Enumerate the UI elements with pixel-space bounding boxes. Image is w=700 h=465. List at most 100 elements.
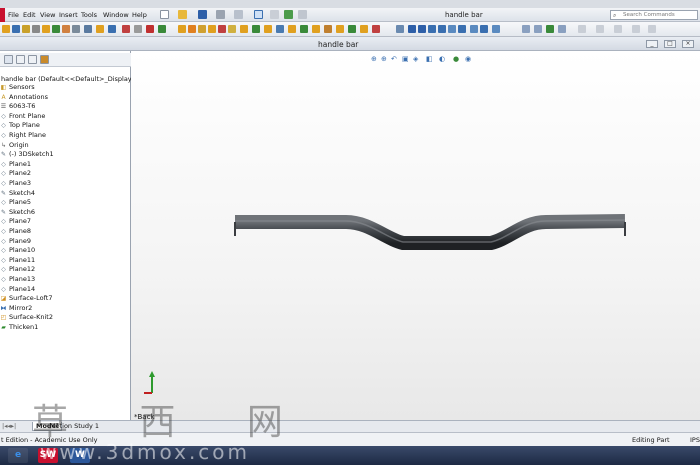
trim-icon[interactable]	[72, 25, 80, 33]
draft-icon[interactable]	[276, 25, 284, 33]
mirror-entities-icon[interactable]	[108, 25, 116, 33]
new-document-icon[interactable]	[160, 10, 169, 19]
save-icon[interactable]	[198, 10, 207, 19]
appearance-toolbar-icon[interactable]	[596, 25, 604, 33]
offset-icon[interactable]	[96, 25, 104, 33]
convert-icon[interactable]	[84, 25, 92, 33]
tree-item[interactable]: ◇ Front Plane	[0, 112, 45, 121]
configuration-manager-tab-icon[interactable]	[28, 55, 37, 64]
file-properties-icon[interactable]	[284, 10, 293, 19]
tree-item[interactable]: ◇ Plane10	[0, 246, 35, 255]
relations-icon[interactable]	[146, 25, 154, 33]
hide-show-icon[interactable]	[458, 25, 466, 33]
tree-item[interactable]: A Annotations	[0, 93, 48, 102]
solidworks-taskbar-icon[interactable]: SW	[38, 448, 58, 463]
view-settings-icon[interactable]	[492, 25, 500, 33]
arc-icon[interactable]	[52, 25, 60, 33]
property-manager-tab-icon[interactable]	[16, 55, 25, 64]
tree-item[interactable]: ◇ Plane2	[0, 169, 31, 178]
surface-extrude-icon[interactable]	[324, 25, 332, 33]
menu-view[interactable]: View	[40, 11, 55, 19]
delete-face-icon[interactable]	[372, 25, 380, 33]
rotate-view-icon[interactable]	[558, 25, 566, 33]
tree-item[interactable]: ◇ Plane13	[0, 275, 35, 284]
graphics-area[interactable]: ⊕ ⊕ ↶ ▣ ◈ ◧ ◐ ● ◉ *Back	[131, 51, 700, 421]
sketch-tool-icon[interactable]	[2, 25, 10, 33]
camera-icon[interactable]	[648, 25, 656, 33]
move-entities-icon[interactable]	[134, 25, 142, 33]
select-icon[interactable]	[254, 10, 263, 19]
shell-icon[interactable]	[252, 25, 260, 33]
feature-tree-tab-icon[interactable]	[4, 55, 13, 64]
tree-item[interactable]: ◧ Sensors	[0, 83, 35, 92]
tree-item[interactable]: ◇ Plane12	[0, 265, 35, 274]
menu-window[interactable]: Window	[103, 11, 129, 19]
tree-item[interactable]: ◇ Plane9	[0, 237, 31, 246]
status-units-text[interactable]: IPS	[690, 436, 700, 444]
tree-item[interactable]: ✎ (-) 3DSketch1	[0, 150, 54, 159]
mirror-feature-icon[interactable]	[312, 25, 320, 33]
hole-wizard-icon[interactable]	[288, 25, 296, 33]
tree-item[interactable]: ◰ Surface-Knit2	[0, 313, 53, 322]
tree-item[interactable]: ◇ Plane1	[0, 160, 31, 169]
close-button[interactable]: ×	[682, 40, 694, 48]
minimize-button[interactable]: _	[646, 40, 658, 48]
instant3d-icon[interactable]	[418, 25, 426, 33]
tree-item[interactable]: ✎ Sketch6	[0, 208, 35, 217]
rendering-icon[interactable]	[614, 25, 622, 33]
tree-item[interactable]: ◇ Right Plane	[0, 131, 46, 140]
tree-item[interactable]: ◇ Plane7	[0, 217, 31, 226]
previous-view-icon[interactable]	[546, 25, 554, 33]
view-orientation-icon[interactable]	[428, 25, 436, 33]
curves-icon[interactable]	[408, 25, 416, 33]
undo-icon[interactable]	[234, 10, 243, 19]
pattern-icon[interactable]	[122, 25, 130, 33]
tree-item[interactable]: ✎ Sketch4	[0, 189, 35, 198]
fillet-icon[interactable]	[228, 25, 236, 33]
reference-geometry-icon[interactable]	[396, 25, 404, 33]
tree-item[interactable]: ⧓ Mirror2	[0, 304, 33, 313]
tree-item[interactable]: ▰ Thicken1	[0, 323, 38, 332]
extrude-icon[interactable]	[178, 25, 186, 33]
apply-scene-icon[interactable]	[480, 25, 488, 33]
menu-edit[interactable]: Edit	[23, 11, 36, 19]
restore-button[interactable]: □	[664, 40, 676, 48]
circle-icon[interactable]	[62, 25, 70, 33]
menu-help[interactable]: Help	[132, 11, 147, 19]
edit-appearance-icon[interactable]	[470, 25, 478, 33]
menu-tools[interactable]: Tools	[81, 11, 97, 19]
zoom-to-fit-icon[interactable]	[522, 25, 530, 33]
tree-item[interactable]: ◇ Plane14	[0, 285, 35, 294]
linear-pattern-icon[interactable]	[300, 25, 308, 33]
menu-file[interactable]: File	[8, 11, 19, 19]
revolve-icon[interactable]	[188, 25, 196, 33]
tree-item[interactable]: ◇ Top Plane	[0, 121, 40, 130]
thicken-tool-icon[interactable]	[360, 25, 368, 33]
rib-icon[interactable]	[264, 25, 272, 33]
sweep-icon[interactable]	[198, 25, 206, 33]
tree-item[interactable]: ☰ 6063-T6	[0, 102, 36, 111]
display-style-icon[interactable]	[448, 25, 456, 33]
chamfer-icon[interactable]	[240, 25, 248, 33]
tree-item[interactable]: ↳ Origin	[0, 141, 29, 150]
cut-icon[interactable]	[218, 25, 226, 33]
lighting-icon[interactable]	[632, 25, 640, 33]
spline-icon[interactable]	[42, 25, 50, 33]
knit-surface-icon[interactable]	[348, 25, 356, 33]
tree-item[interactable]: ◇ Plane11	[0, 256, 35, 265]
tab-scroll-arrows-icon[interactable]: |◂◂▸|	[2, 422, 16, 430]
feature-tree-root[interactable]: handle bar (Default<<Default>_Display St…	[1, 75, 147, 83]
sigma-icon[interactable]	[32, 25, 40, 33]
word-taskbar-icon[interactable]: W	[70, 448, 90, 463]
surface-loft-icon[interactable]	[336, 25, 344, 33]
rebuild-icon[interactable]	[270, 10, 279, 19]
handle-bar-model[interactable]	[234, 214, 626, 250]
search-commands-input[interactable]: ⌕ Search Commands	[610, 10, 698, 20]
repair-sketch-icon[interactable]	[158, 25, 166, 33]
zoom-area-icon[interactable]	[534, 25, 542, 33]
tree-item[interactable]: ◇ Plane5	[0, 198, 31, 207]
print-icon[interactable]	[216, 10, 225, 19]
options-icon[interactable]	[298, 10, 307, 19]
tree-item[interactable]: ◇ Plane3	[0, 179, 31, 188]
section-view-icon[interactable]	[438, 25, 446, 33]
